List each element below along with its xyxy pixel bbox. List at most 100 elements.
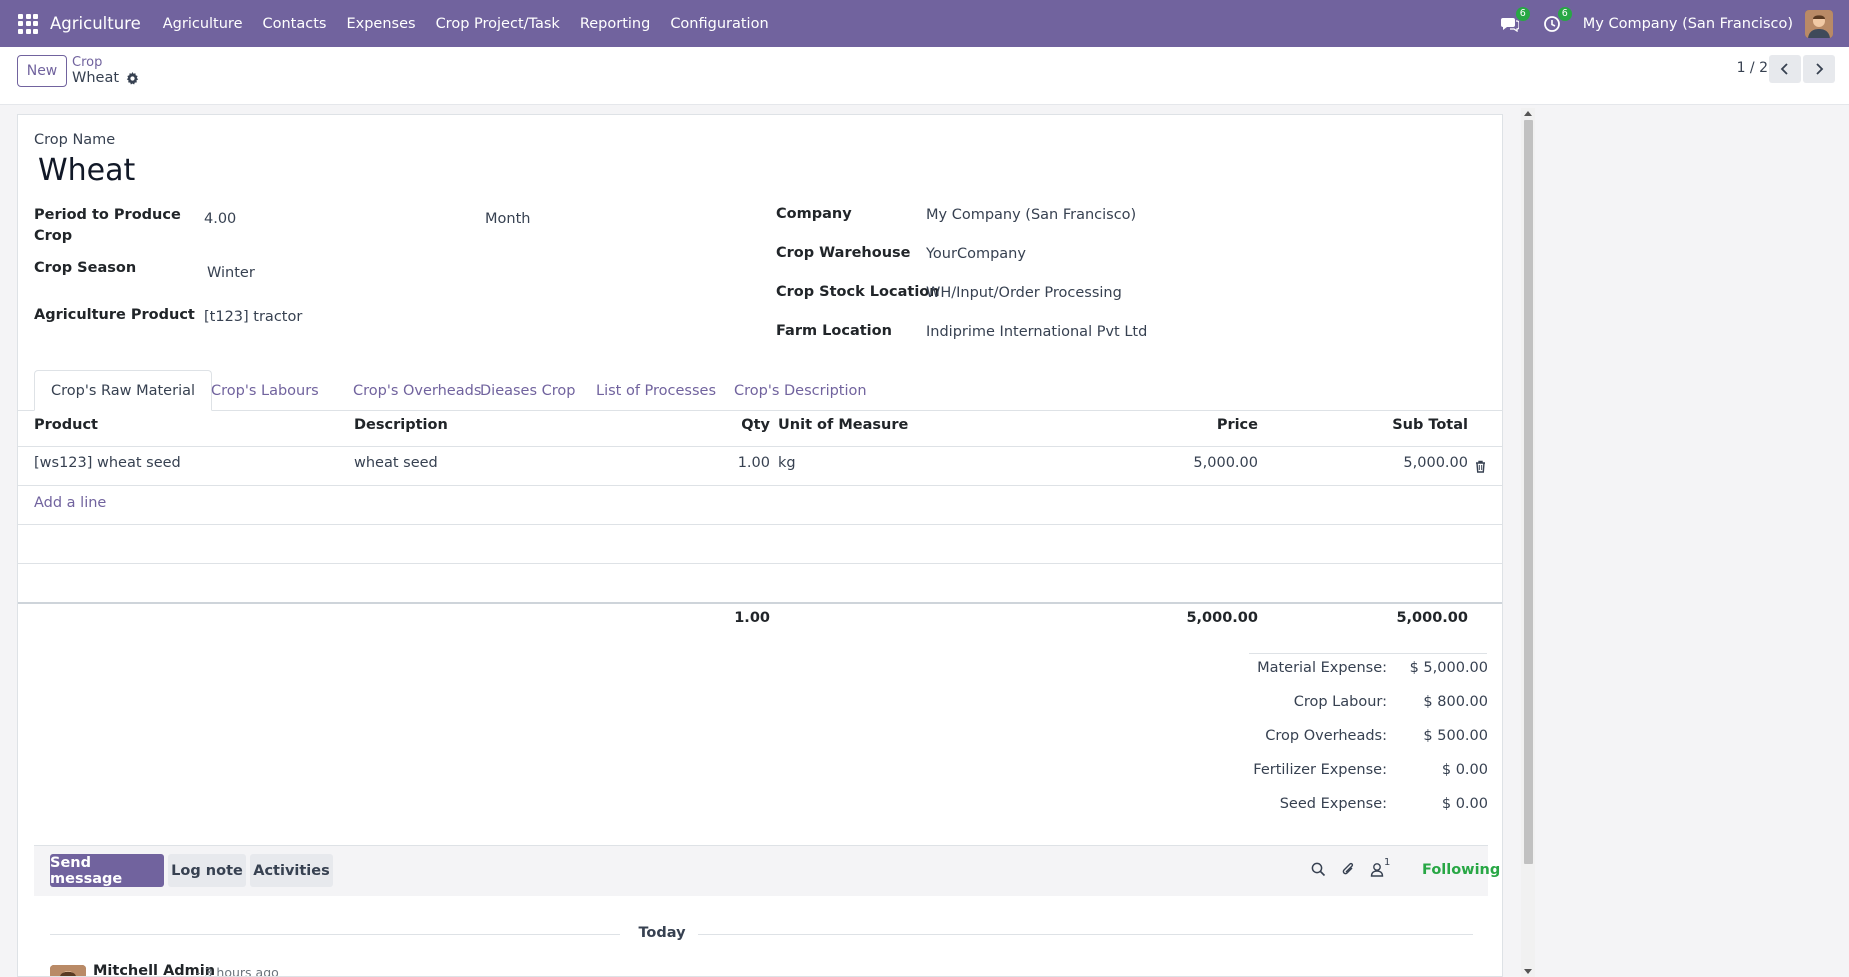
- pager-previous-button[interactable]: [1769, 55, 1801, 83]
- period-label-line1: Period to Produce: [34, 207, 181, 223]
- followers-icon[interactable]: [1370, 862, 1384, 881]
- row-price[interactable]: 5,000.00: [1118, 455, 1258, 471]
- breadcrumb-crop[interactable]: Crop: [72, 55, 102, 70]
- divider: [18, 485, 1502, 486]
- menu-contacts[interactable]: Contacts: [263, 16, 327, 32]
- messages-badge: 6: [1515, 6, 1530, 21]
- tab-list-of-processes[interactable]: List of Processes: [580, 370, 732, 411]
- company-label: Company: [776, 206, 852, 222]
- log-note-button[interactable]: Log note: [168, 854, 246, 887]
- gear-icon[interactable]: [126, 71, 139, 85]
- summary-divider: [1249, 653, 1487, 654]
- col-price[interactable]: Price: [1118, 417, 1258, 433]
- summary-fertilizer-value: $ 0.00: [1441, 762, 1488, 778]
- menu-expenses[interactable]: Expenses: [346, 16, 415, 32]
- activities-button[interactable]: Activities: [250, 854, 333, 887]
- product-field[interactable]: [t123] tractor: [204, 309, 302, 325]
- followers-count: 1: [1384, 857, 1391, 868]
- col-qty[interactable]: Qty: [718, 417, 770, 433]
- scroll-thumb[interactable]: [1524, 120, 1533, 864]
- summary-material-value: $ 5,000.00: [1409, 660, 1488, 676]
- activities-clock-icon[interactable]: 6: [1541, 6, 1572, 35]
- menu-agriculture[interactable]: Agriculture: [163, 16, 243, 32]
- pager-value[interactable]: 1 / 2: [1737, 60, 1768, 76]
- warehouse-label: Crop Warehouse: [776, 245, 911, 261]
- stock-location-field[interactable]: WH/Input/Order Processing: [926, 285, 1122, 301]
- paperclip-icon[interactable]: [1341, 862, 1356, 881]
- message-timestamp: - 3 hours ago: [196, 965, 279, 977]
- author-avatar[interactable]: [50, 965, 86, 976]
- notebook-tabs: Crop's Raw Material Crop's Labours Crop'…: [18, 370, 1502, 411]
- app-grid-icon[interactable]: [18, 13, 38, 34]
- control-panel: New Crop Wheat 1 / 2: [0, 47, 1849, 105]
- summary-fertilizer-label: Fertilizer Expense:: [1253, 762, 1387, 778]
- period-field[interactable]: 4.00: [204, 211, 236, 227]
- following-button[interactable]: Following: [1422, 862, 1500, 878]
- breadcrumb-current: Wheat: [72, 70, 139, 86]
- divider: [18, 524, 1502, 525]
- total-qty: 1.00: [734, 610, 770, 626]
- messages-icon[interactable]: 6: [1499, 6, 1530, 35]
- summary-labour-label: Crop Labour:: [1293, 694, 1387, 710]
- stock-location-label: Crop Stock Location: [776, 284, 940, 300]
- row-subtotal[interactable]: 5,000.00: [1318, 455, 1468, 471]
- total-subtotal: 5,000.00: [1396, 610, 1468, 626]
- add-line-link[interactable]: Add a line: [34, 495, 106, 511]
- warehouse-field[interactable]: YourCompany: [926, 246, 1026, 262]
- top-navbar: Agriculture Agriculture Contacts Expense…: [0, 0, 1849, 47]
- scrollbar[interactable]: [1521, 108, 1535, 977]
- tab-raw-material[interactable]: Crop's Raw Material: [34, 370, 213, 411]
- col-subtotal[interactable]: Sub Total: [1318, 417, 1468, 433]
- summary-overheads-value: $ 500.00: [1423, 728, 1488, 744]
- farm-location-label: Farm Location: [776, 323, 892, 339]
- menu-reporting[interactable]: Reporting: [580, 16, 651, 32]
- col-uom[interactable]: Unit of Measure: [778, 417, 908, 433]
- form-sheet: Crop Name Wheat Period to Produce Crop 4…: [17, 114, 1503, 977]
- season-field[interactable]: Winter: [207, 265, 255, 281]
- divider: [50, 934, 620, 935]
- crop-name-field[interactable]: Wheat: [38, 153, 135, 188]
- scroll-down-icon[interactable]: [1524, 969, 1532, 974]
- send-message-button[interactable]: Send message: [50, 854, 164, 887]
- farm-location-field[interactable]: Indiprime International Pvt Ltd: [926, 324, 1147, 340]
- col-description[interactable]: Description: [354, 417, 448, 433]
- period-label: Period to Produce Crop: [34, 205, 181, 247]
- crop-name-label: Crop Name: [34, 132, 116, 148]
- pager-next-button[interactable]: [1803, 55, 1835, 83]
- company-field[interactable]: My Company (San Francisco): [926, 207, 1136, 223]
- company-switcher[interactable]: My Company (San Francisco): [1583, 16, 1793, 32]
- summary-seed-label: Seed Expense:: [1279, 796, 1387, 812]
- divider: [18, 563, 1502, 564]
- app-brand[interactable]: Agriculture: [50, 14, 141, 33]
- summary-labour-value: $ 800.00: [1423, 694, 1488, 710]
- row-qty[interactable]: 1.00: [718, 455, 770, 471]
- menu-crop-project-task[interactable]: Crop Project/Task: [436, 16, 560, 32]
- user-avatar[interactable]: [1805, 9, 1833, 38]
- date-separator: Today: [638, 925, 686, 941]
- summary-overheads-label: Crop Overheads:: [1265, 728, 1387, 744]
- divider: [18, 602, 1502, 604]
- divider: [698, 934, 1473, 935]
- total-price: 5,000.00: [1186, 610, 1258, 626]
- tab-dieases-crop[interactable]: Dieases Crop: [464, 370, 591, 411]
- row-uom[interactable]: kg: [778, 455, 796, 471]
- tab-labours[interactable]: Crop's Labours: [195, 370, 335, 411]
- chevron-left-icon: [1780, 63, 1788, 75]
- divider: [18, 446, 1502, 447]
- tab-description[interactable]: Crop's Description: [718, 370, 883, 411]
- period-label-line2: Crop: [34, 228, 73, 244]
- new-button[interactable]: New: [17, 55, 67, 87]
- menu-configuration[interactable]: Configuration: [670, 16, 768, 32]
- product-label: Agriculture Product: [34, 307, 195, 323]
- breadcrumb-current-label: Wheat: [72, 70, 120, 86]
- trash-icon[interactable]: [1475, 460, 1486, 477]
- row-description[interactable]: wheat seed: [354, 455, 438, 471]
- summary-seed-value: $ 0.00: [1441, 796, 1488, 812]
- search-icon[interactable]: [1311, 862, 1326, 881]
- row-product[interactable]: [ws123] wheat seed: [34, 455, 181, 471]
- col-product[interactable]: Product: [34, 417, 98, 433]
- chatter-topbar: Send message Log note Activities 1 Follo…: [34, 845, 1500, 896]
- summary-material-label: Material Expense:: [1257, 660, 1387, 676]
- scroll-up-icon[interactable]: [1524, 111, 1532, 116]
- period-unit-field[interactable]: Month: [485, 211, 530, 227]
